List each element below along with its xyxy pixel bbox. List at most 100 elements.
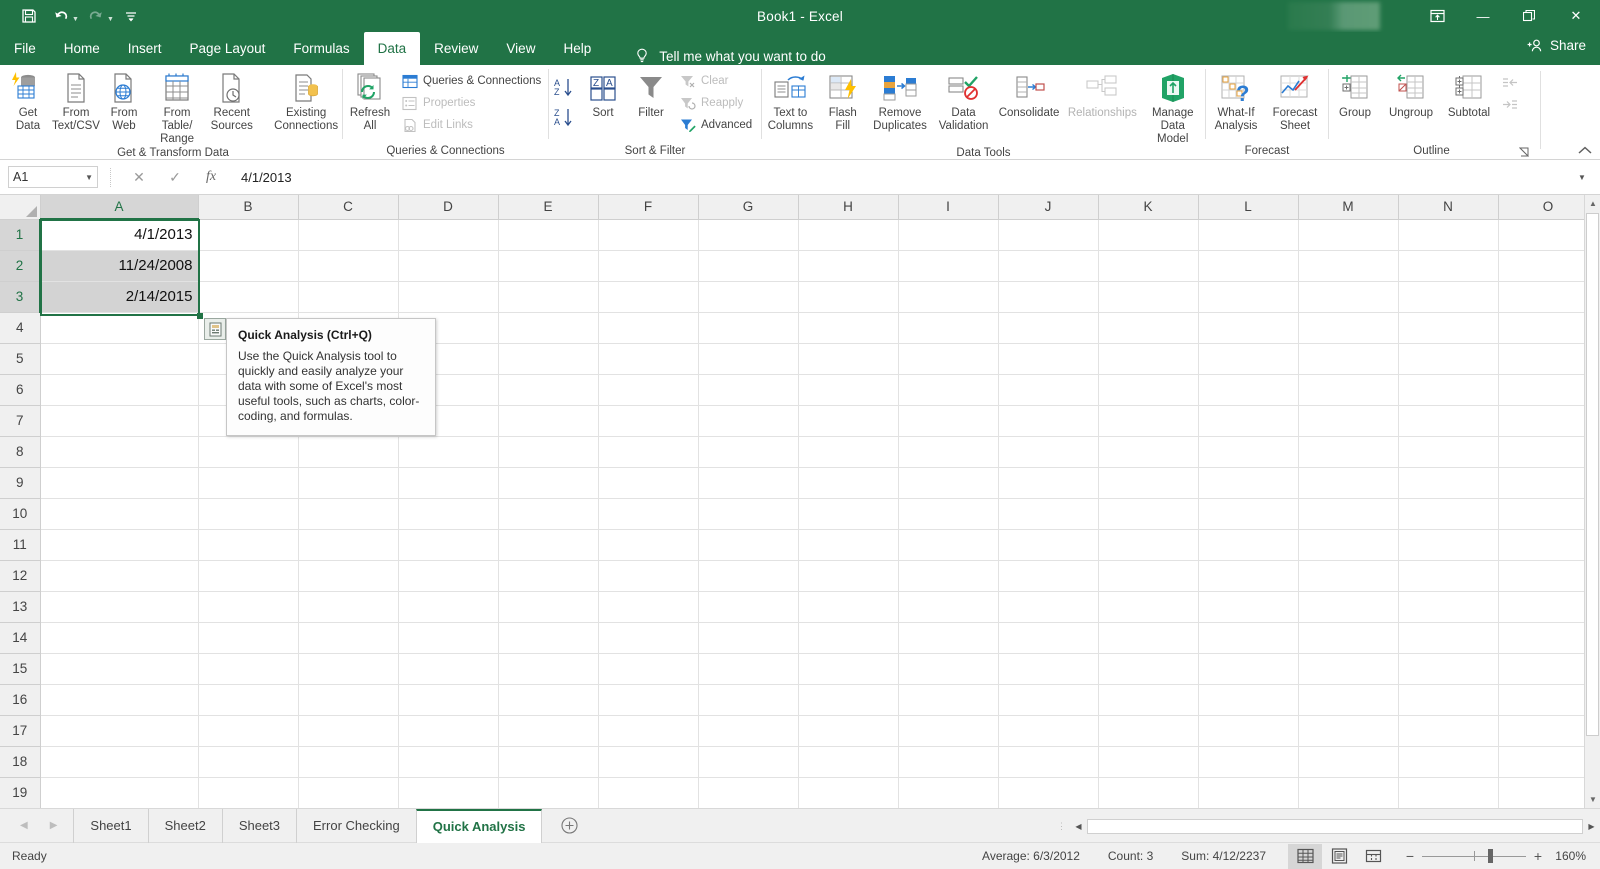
row-header-5[interactable]: 5	[0, 343, 41, 375]
cell-b19[interactable]	[198, 777, 299, 808]
cell-f19[interactable]	[598, 777, 699, 808]
cell-h11[interactable]	[798, 529, 899, 561]
worksheet-grid[interactable]: A B C D E F G H I J K L M N O 1 4/1/2013…	[0, 195, 1600, 808]
cell-e13[interactable]	[498, 591, 599, 623]
cell-b12[interactable]	[198, 560, 299, 592]
cell-g8[interactable]	[698, 436, 799, 468]
cell-e8[interactable]	[498, 436, 599, 468]
sheet-tab-sheet2[interactable]: Sheet2	[147, 808, 222, 843]
tab-split-handle[interactable]: ⋮	[1054, 821, 1070, 832]
row-header-11[interactable]: 11	[0, 529, 41, 561]
cell-b1[interactable]	[198, 219, 299, 251]
outline-dialog-launcher[interactable]	[1518, 146, 1530, 158]
filter-button[interactable]: Filter	[627, 69, 675, 120]
cell-h12[interactable]	[798, 560, 899, 592]
cell-m2[interactable]	[1298, 250, 1399, 282]
cell-c12[interactable]	[298, 560, 399, 592]
cell-j18[interactable]	[998, 746, 1099, 778]
cell-i5[interactable]	[898, 343, 999, 375]
cell-g15[interactable]	[698, 653, 799, 685]
page-layout-view-button[interactable]	[1322, 844, 1356, 869]
tab-data[interactable]: Data	[363, 32, 421, 65]
cell-m17[interactable]	[1298, 715, 1399, 747]
cell-a11[interactable]	[40, 529, 199, 561]
cell-h8[interactable]	[798, 436, 899, 468]
cell-d19[interactable]	[398, 777, 499, 808]
tab-insert[interactable]: Insert	[114, 32, 176, 65]
page-break-preview-button[interactable]	[1356, 844, 1390, 869]
manage-data-model-button[interactable]: Manage Data Model	[1140, 69, 1205, 146]
cell-h13[interactable]	[798, 591, 899, 623]
cell-d11[interactable]	[398, 529, 499, 561]
cell-l12[interactable]	[1198, 560, 1299, 592]
cell-k6[interactable]	[1098, 374, 1199, 406]
cell-j3[interactable]	[998, 281, 1099, 313]
cell-d17[interactable]	[398, 715, 499, 747]
add-sheet-icon[interactable]	[552, 809, 586, 843]
cell-o4[interactable]	[1498, 312, 1599, 344]
cell-n11[interactable]	[1398, 529, 1499, 561]
cell-g9[interactable]	[698, 467, 799, 499]
cell-o15[interactable]	[1498, 653, 1599, 685]
status-sum[interactable]: Sum: 4/12/2237	[1167, 849, 1288, 863]
row-header-9[interactable]: 9	[0, 467, 41, 499]
cell-c18[interactable]	[298, 746, 399, 778]
cell-n17[interactable]	[1398, 715, 1499, 747]
cell-h6[interactable]	[798, 374, 899, 406]
cell-i9[interactable]	[898, 467, 999, 499]
cell-o14[interactable]	[1498, 622, 1599, 654]
row-header-15[interactable]: 15	[0, 653, 41, 685]
minimize-button[interactable]: —	[1460, 0, 1506, 32]
cancel-icon[interactable]: ✕	[121, 166, 157, 188]
cell-a15[interactable]	[40, 653, 199, 685]
cell-g10[interactable]	[698, 498, 799, 530]
column-header-l[interactable]: L	[1198, 195, 1299, 220]
cell-l4[interactable]	[1198, 312, 1299, 344]
cell-n2[interactable]	[1398, 250, 1499, 282]
cell-j7[interactable]	[998, 405, 1099, 437]
cell-n19[interactable]	[1398, 777, 1499, 808]
cell-l19[interactable]	[1198, 777, 1299, 808]
column-header-f[interactable]: F	[598, 195, 699, 220]
restore-button[interactable]	[1506, 0, 1552, 32]
normal-view-button[interactable]	[1288, 843, 1322, 869]
cell-b16[interactable]	[198, 684, 299, 716]
cell-a14[interactable]	[40, 622, 199, 654]
cell-d9[interactable]	[398, 467, 499, 499]
cell-c2[interactable]	[298, 250, 399, 282]
cell-g2[interactable]	[698, 250, 799, 282]
cell-o11[interactable]	[1498, 529, 1599, 561]
tab-view[interactable]: View	[492, 32, 549, 65]
cell-e7[interactable]	[498, 405, 599, 437]
cell-b17[interactable]	[198, 715, 299, 747]
cell-l3[interactable]	[1198, 281, 1299, 313]
cell-i10[interactable]	[898, 498, 999, 530]
cell-l5[interactable]	[1198, 343, 1299, 375]
cell-d2[interactable]	[398, 250, 499, 282]
expand-formula-bar-icon[interactable]: ▼	[1572, 173, 1592, 182]
cell-n14[interactable]	[1398, 622, 1499, 654]
sheet-tab-quick-analysis[interactable]: Quick Analysis	[415, 808, 543, 843]
cell-f10[interactable]	[598, 498, 699, 530]
cell-f16[interactable]	[598, 684, 699, 716]
column-header-e[interactable]: E	[498, 195, 599, 220]
cell-l7[interactable]	[1198, 405, 1299, 437]
ungroup-button[interactable]: Ungroup	[1381, 69, 1441, 120]
cell-l11[interactable]	[1198, 529, 1299, 561]
cell-d13[interactable]	[398, 591, 499, 623]
remove-duplicates-button[interactable]: Remove Duplicates	[867, 69, 933, 133]
row-header-18[interactable]: 18	[0, 746, 41, 778]
cell-f15[interactable]	[598, 653, 699, 685]
column-header-g[interactable]: G	[698, 195, 799, 220]
cell-n12[interactable]	[1398, 560, 1499, 592]
save-icon[interactable]	[14, 4, 44, 28]
cell-a7[interactable]	[40, 405, 199, 437]
cell-a9[interactable]	[40, 467, 199, 499]
cell-m9[interactable]	[1298, 467, 1399, 499]
cell-m8[interactable]	[1298, 436, 1399, 468]
row-header-13[interactable]: 13	[0, 591, 41, 623]
cell-n16[interactable]	[1398, 684, 1499, 716]
text-to-columns-button[interactable]: Text to Columns	[762, 69, 819, 133]
column-header-c[interactable]: C	[298, 195, 399, 220]
cell-c1[interactable]	[298, 219, 399, 251]
